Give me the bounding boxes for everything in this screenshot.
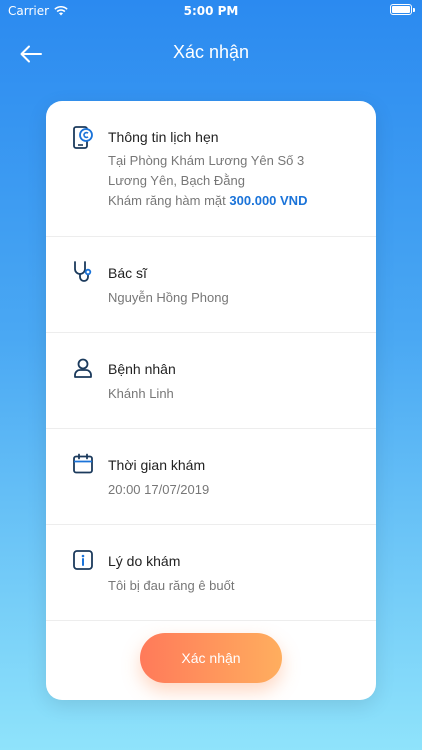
appointment-time: 20:00 17/07/2019 xyxy=(108,482,210,497)
doctor-heading: Bác sĩ xyxy=(108,265,147,281)
confirm-button[interactable]: Xác nhận xyxy=(140,633,282,683)
appointment-location-line1: Tại Phòng Khám Lương Yên Số 3 xyxy=(108,153,305,168)
navigation-bar: Xác nhận xyxy=(0,30,422,76)
reason-heading: Lý do khám xyxy=(108,553,181,569)
reason-section: Lý do khám Tôi bị đau răng ê buốt xyxy=(46,525,376,621)
patient-section: Bệnh nhân Khánh Linh xyxy=(46,333,376,429)
patient-name: Khánh Linh xyxy=(108,386,174,401)
page-title: Xác nhận xyxy=(172,42,250,62)
time-section: Thời gian khám 20:00 17/07/2019 xyxy=(46,429,376,525)
status-bar: Carrier 5:00 PM xyxy=(0,0,422,22)
battery-icon xyxy=(390,4,415,15)
calendar-icon xyxy=(72,453,94,475)
appointment-section: Thông tin lịch hẹn Tại Phòng Khám Lương … xyxy=(46,101,376,237)
service-price: 300.000 VND xyxy=(229,193,308,208)
user-icon xyxy=(72,357,94,379)
status-time: 5:00 PM xyxy=(183,4,239,18)
confirmation-card: Thông tin lịch hẹn Tại Phòng Khám Lương … xyxy=(46,101,376,700)
phone-booking-icon xyxy=(72,126,94,149)
stethoscope-icon xyxy=(72,261,94,283)
reason-text: Tôi bị đau răng ê buốt xyxy=(108,578,235,593)
doctor-name: Nguyễn Hồng Phong xyxy=(108,290,229,305)
appointment-location-line2: Lương Yên, Bạch Đằng xyxy=(108,173,245,188)
service-name: Khám răng hàm mặt xyxy=(108,193,226,208)
appointment-service-line: Khám răng hàm mặt 300.000 VND xyxy=(108,191,307,211)
info-icon xyxy=(72,549,94,571)
doctor-section: Bác sĩ Nguyễn Hồng Phong xyxy=(46,237,376,333)
appointment-heading: Thông tin lịch hẹn xyxy=(108,129,219,145)
patient-heading: Bệnh nhân xyxy=(108,361,176,377)
time-heading: Thời gian khám xyxy=(108,457,206,473)
